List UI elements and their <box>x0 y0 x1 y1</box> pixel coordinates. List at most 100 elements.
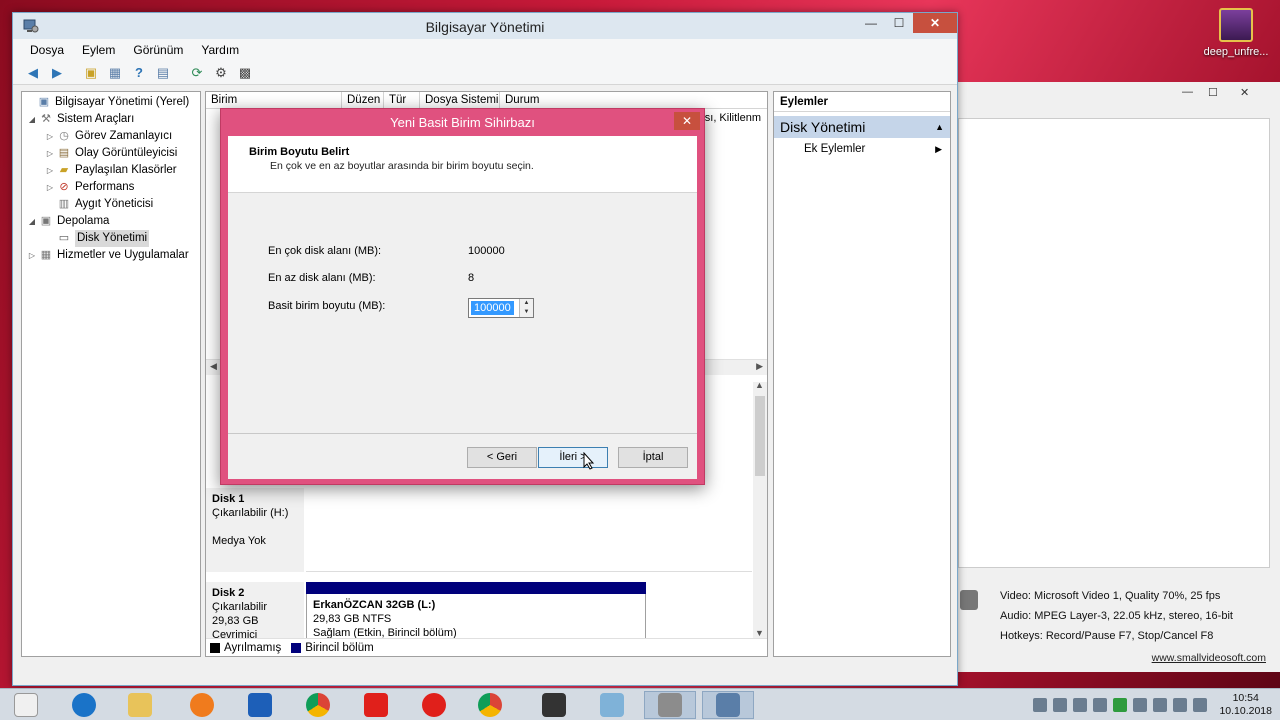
tray-icon-2[interactable] <box>1053 698 1068 712</box>
taskbar-yandex-2[interactable] <box>408 691 460 719</box>
properties-icon[interactable]: ▤ <box>153 64 173 82</box>
close-icon[interactable]: ✕ <box>1240 86 1249 99</box>
disk-2-partition[interactable]: ErkanÖZCAN 32GB (L:) 29,83 GB NTFS Sağla… <box>306 582 646 644</box>
actions-section-label: Disk Yönetimi <box>780 119 866 135</box>
graph-vertical-scrollbar[interactable]: ▲ ▼ <box>753 380 767 638</box>
minimize-button[interactable]: — <box>857 13 885 33</box>
max-disk-label: En çok disk alanı (MB): <box>268 245 382 257</box>
taskbar: 10:54 10.10.2018 <box>0 688 1280 720</box>
taskbar-app-recorder[interactable] <box>644 691 696 719</box>
up-folder-icon[interactable]: ▣ <box>81 64 101 82</box>
cancel-button[interactable]: İptal <box>618 447 688 468</box>
spin-up-icon[interactable]: ▲ <box>520 299 533 308</box>
volume-size-input[interactable]: 100000 <box>471 301 514 315</box>
column-dosya-sistemi[interactable]: Dosya Sistemi <box>420 92 500 108</box>
download-arrow-icon[interactable] <box>1113 698 1128 712</box>
close-button[interactable]: ✕ <box>913 13 957 33</box>
tree-item-shared-folders[interactable]: ▷ ▰ Paylaşılan Klasörler <box>22 162 200 179</box>
partition-name: ErkanÖZCAN 32GB (L:) <box>313 599 436 611</box>
volume-size-stepper[interactable]: 100000 ▲ ▼ <box>468 298 534 318</box>
taskbar-chrome-2[interactable] <box>464 691 516 719</box>
wizard-header-subtitle: En çok ve en az boyutlar arasında bir bi… <box>270 160 534 172</box>
menu-yardim[interactable]: Yardım <box>192 43 248 57</box>
scroll-left-icon[interactable]: ◀ <box>210 361 217 372</box>
disk-1-media: Medya Yok <box>212 535 266 547</box>
maximize-icon[interactable]: ☐ <box>1208 86 1218 99</box>
wizard-titlebar: Yeni Basit Birim Sihirbazı ✕ <box>221 109 704 135</box>
scroll-right-icon[interactable]: ▶ <box>756 361 763 372</box>
show-hide-tree-icon[interactable]: ▦ <box>105 64 125 82</box>
submenu-arrow-icon: ▶ <box>935 143 942 154</box>
settings-icon[interactable]: ⚙ <box>211 64 231 82</box>
back-arrow-icon[interactable]: ◀ <box>23 64 43 82</box>
website-link[interactable]: www.smallvideosoft.com <box>1152 652 1266 664</box>
tree-item-system-tools[interactable]: ◢ ⚒ Sistem Araçları <box>22 111 200 128</box>
column-duzen[interactable]: Düzen <box>342 92 384 108</box>
column-tur[interactable]: Tür <box>384 92 420 108</box>
tree-item-task-scheduler[interactable]: ▷ ◷ Görev Zamanlayıcı <box>22 128 200 145</box>
maximize-button[interactable]: ☐ <box>885 13 913 33</box>
scroll-up-icon[interactable]: ▲ <box>755 380 764 390</box>
disk-icon[interactable]: ▩ <box>235 64 255 82</box>
shared-folder-icon: ▰ <box>59 164 69 176</box>
taskbar-yandex[interactable] <box>350 691 402 719</box>
tray-icon-1[interactable] <box>1033 698 1048 712</box>
yandex-icon <box>364 693 388 717</box>
taskbar-app-mask[interactable] <box>0 691 52 719</box>
next-button[interactable]: İleri > <box>538 447 608 468</box>
spin-down-icon[interactable]: ▼ <box>520 308 533 317</box>
actions-section-disk-management[interactable]: Disk Yönetimi ▲ <box>774 116 950 138</box>
yandex-browser-icon <box>422 693 446 717</box>
taskbar-ie[interactable] <box>58 691 110 719</box>
disk-1-label[interactable]: Disk 1 Çıkarılabilir (H:) Medya Yok <box>206 488 304 572</box>
disk-2-label[interactable]: Disk 2 Çıkarılabilir 29,83 GB Çevrimiçi <box>206 582 304 641</box>
collapse-icon[interactable]: ▲ <box>935 122 944 132</box>
tree-item-services-apps[interactable]: ▷ ▦ Hizmetler ve Uygulamalar <box>22 247 200 264</box>
menu-dosya[interactable]: Dosya <box>21 43 73 57</box>
help-icon[interactable]: ? <box>129 64 149 82</box>
tree-item-storage[interactable]: ◢ ▣ Depolama <box>22 213 200 230</box>
minimize-icon[interactable]: — <box>1182 86 1193 98</box>
column-birim[interactable]: Birim <box>206 92 342 108</box>
info-video: Video: Microsoft Video 1, Quality 70%, 2… <box>1000 590 1221 602</box>
tree-item-disk-management[interactable]: ▭ Disk Yönetimi <box>22 230 200 247</box>
refresh-icon[interactable]: ⟳ <box>187 64 207 82</box>
more-actions-label: Ek Eylemler <box>804 143 866 155</box>
column-durum[interactable]: Durum <box>500 92 767 108</box>
tree-item-device-manager[interactable]: ▥ Aygıt Yöneticisi <box>22 196 200 213</box>
network-icon[interactable] <box>1153 698 1168 712</box>
primary-partition-bar <box>306 582 646 594</box>
wizard-close-button[interactable]: ✕ <box>674 112 700 130</box>
new-simple-volume-wizard: Yeni Basit Birim Sihirbazı ✕ Birim Boyut… <box>220 108 705 485</box>
tray-icon-3[interactable] <box>1073 698 1088 712</box>
partition-size: 29,83 GB NTFS <box>313 613 392 625</box>
taskbar-app-4[interactable] <box>176 691 228 719</box>
forward-arrow-icon[interactable]: ▶ <box>47 64 67 82</box>
flag-icon[interactable] <box>1193 698 1208 712</box>
event-viewer-icon: ▤ <box>58 147 70 159</box>
tree-item-event-viewer[interactable]: ▷ ▤ Olay Görüntüleyicisi <box>22 145 200 162</box>
computer-icon: ▣ <box>38 96 50 108</box>
back-button[interactable]: < Geri <box>467 447 537 468</box>
taskbar-chrome[interactable] <box>292 691 344 719</box>
clock[interactable]: 10:54 10.10.2018 <box>1219 692 1272 718</box>
taskbar-computer-management[interactable] <box>702 691 754 719</box>
taskbar-explorer[interactable] <box>114 691 166 719</box>
tray-icon-4[interactable] <box>1093 698 1108 712</box>
desktop-icon-deep-unfreeze[interactable]: deep_unfre... <box>1200 8 1272 58</box>
tree-item-performance[interactable]: ▷ ⊘ Performans <box>22 179 200 196</box>
menu-gorunum[interactable]: Görünüm <box>124 43 192 57</box>
scroll-thumb[interactable] <box>755 396 765 476</box>
chrome-icon-2 <box>478 693 502 717</box>
window-title: Bilgisayar Yönetimi <box>425 19 545 35</box>
tree-item-computer-management[interactable]: ▣ Bilgisayar Yönetimi (Yerel) <box>22 94 200 111</box>
actions-more-actions[interactable]: Ek Eylemler ▶ <box>774 138 950 160</box>
scroll-down-icon[interactable]: ▼ <box>755 628 764 638</box>
menu-eylem[interactable]: Eylem <box>73 43 124 57</box>
tray-icon-6[interactable] <box>1133 698 1148 712</box>
services-icon: ▦ <box>40 249 52 261</box>
volume-icon[interactable] <box>1173 698 1188 712</box>
taskbar-app-5[interactable] <box>234 691 286 719</box>
taskbar-app-10[interactable] <box>586 691 638 719</box>
taskbar-app-9[interactable] <box>528 691 580 719</box>
